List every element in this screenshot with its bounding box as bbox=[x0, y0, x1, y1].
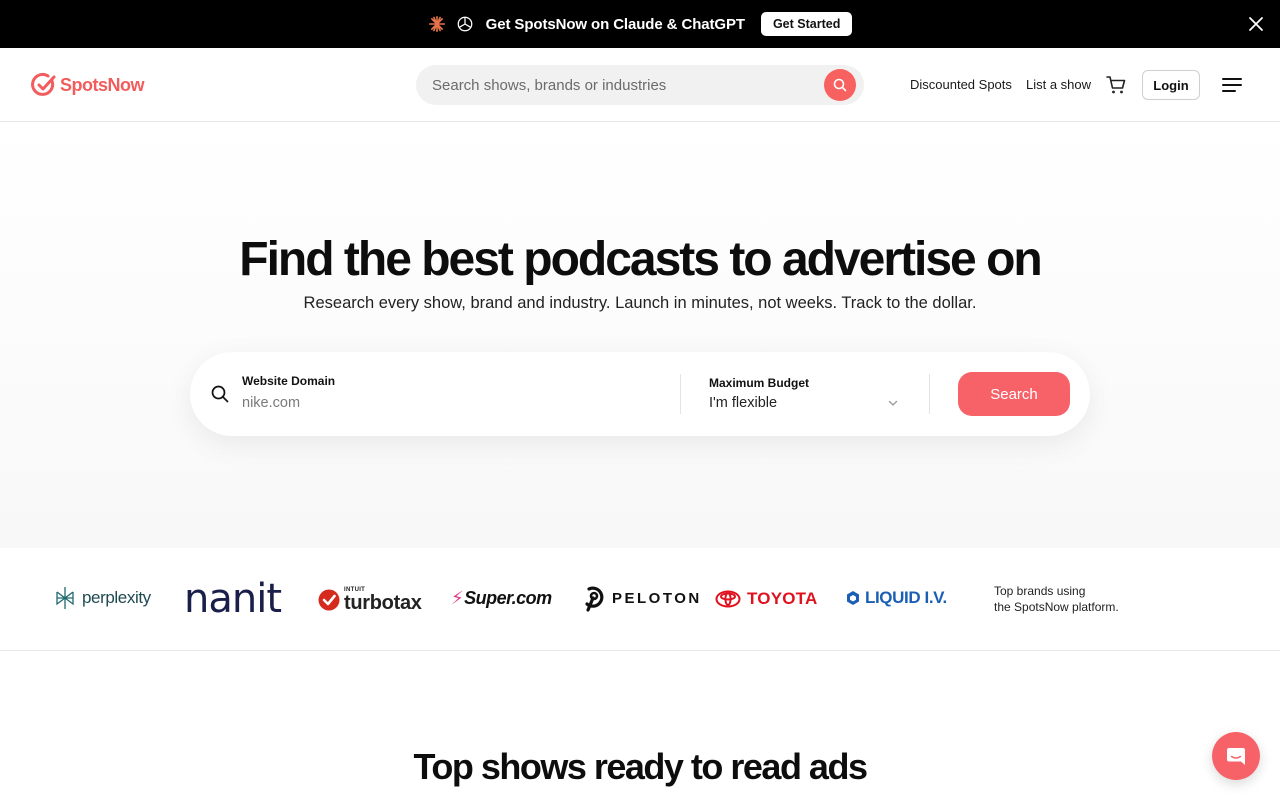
cart-icon[interactable] bbox=[1105, 74, 1127, 96]
nanit-text: nanit bbox=[184, 576, 282, 622]
perplexity-text: perplexity bbox=[82, 588, 151, 607]
website-domain-label: Website Domain bbox=[242, 374, 336, 388]
domain-search-card: Website Domain Maximum Budget I'm flexib… bbox=[190, 352, 1090, 436]
maximum-budget-select[interactable]: I'm flexible bbox=[709, 395, 777, 411]
liquid-iv-text: LIQUID I.V. bbox=[865, 588, 947, 607]
website-domain-input[interactable] bbox=[242, 395, 642, 411]
get-started-button[interactable]: Get Started bbox=[760, 12, 853, 36]
search-icon bbox=[833, 78, 847, 92]
openai-icon bbox=[457, 16, 473, 32]
top-shows-heading: Top shows ready to read ads bbox=[413, 746, 868, 787]
sparkle-icon bbox=[428, 15, 445, 33]
toyota-emblem-icon bbox=[715, 590, 741, 608]
announcement-message: Get SpotsNow on Claude & ChatGPT bbox=[485, 15, 745, 33]
liquid-iv-logo: LIQUID I.V. bbox=[846, 588, 947, 608]
turbotax-logo: INTUIT turbotax bbox=[318, 587, 422, 613]
chat-button[interactable] bbox=[1212, 732, 1260, 780]
peloton-text: PELOTON bbox=[612, 589, 702, 607]
logo-text: SpotsNow bbox=[60, 74, 145, 95]
toyota-text: TOYOTA bbox=[747, 589, 818, 608]
nanit-logo: nanit bbox=[184, 576, 282, 622]
divider bbox=[929, 374, 930, 414]
logo-check-icon bbox=[31, 72, 56, 96]
login-button[interactable]: Login bbox=[1142, 70, 1200, 100]
close-icon[interactable] bbox=[1246, 14, 1266, 34]
brands-note-line2: the SpotsNow platform. bbox=[994, 600, 1119, 614]
perplexity-mark-icon bbox=[56, 587, 74, 609]
header-search-button[interactable] bbox=[824, 69, 856, 101]
logo[interactable]: SpotsNow bbox=[31, 72, 145, 98]
chat-icon bbox=[1227, 748, 1245, 765]
maximum-budget-label: Maximum Budget bbox=[709, 376, 810, 390]
menu-icon[interactable] bbox=[1221, 75, 1243, 95]
hero-subtitle: Research every show, brand and industry.… bbox=[303, 294, 977, 312]
nav-discounted-spots[interactable]: Discounted Spots bbox=[910, 77, 1012, 92]
brands-note: Top brands using the SpotsNow platform. bbox=[994, 583, 1154, 615]
super-logo: ⚡ Super.com bbox=[451, 588, 552, 609]
turbotax-text: turbotax bbox=[344, 592, 422, 614]
hero-title: Find the best podcasts to advertise on bbox=[239, 233, 1042, 286]
peloton-mark-icon bbox=[585, 586, 604, 612]
bolt-icon: ⚡ bbox=[451, 588, 464, 608]
hero-section: Find the best podcasts to advertise on R… bbox=[0, 122, 1280, 548]
header-search bbox=[416, 65, 864, 105]
divider bbox=[680, 374, 681, 414]
toyota-logo: TOYOTA bbox=[715, 589, 817, 609]
super-text: Super.com bbox=[464, 588, 552, 608]
header-search-input[interactable] bbox=[432, 76, 812, 94]
hexagon-icon bbox=[847, 591, 859, 605]
nav-list-a-show[interactable]: List a show bbox=[1026, 77, 1091, 92]
announcement-bar: Get SpotsNow on Claude & ChatGPT Get Sta… bbox=[0, 0, 1280, 48]
brands-note-line1: Top brands using bbox=[994, 584, 1086, 598]
chevron-down-icon[interactable] bbox=[887, 397, 899, 409]
site-header: SpotsNow Discounted Spots List a show Lo… bbox=[0, 48, 1280, 122]
peloton-logo: PELOTON bbox=[582, 584, 702, 612]
turbotax-check-icon bbox=[318, 589, 340, 611]
perplexity-logo: perplexity bbox=[54, 586, 151, 610]
brands-strip: perplexity nanit INTUIT turbotax ⚡ Super… bbox=[0, 548, 1280, 651]
search-button[interactable]: Search bbox=[958, 372, 1070, 416]
search-icon bbox=[211, 385, 229, 403]
